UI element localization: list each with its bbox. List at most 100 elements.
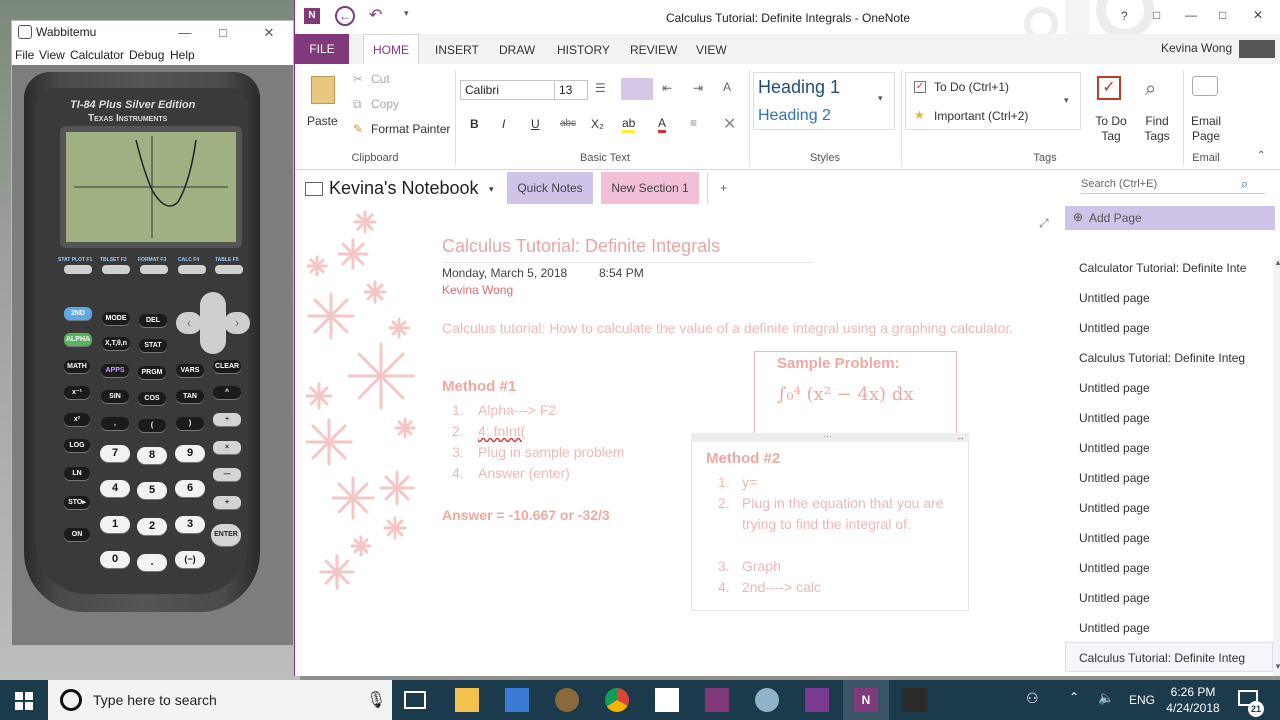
method-1-title[interactable]: Method #1: [442, 378, 516, 395]
arrow-pad[interactable]: ‹ ›: [176, 292, 250, 354]
key-negative[interactable]: (−): [175, 551, 205, 568]
method-2-title[interactable]: Method #2: [706, 450, 780, 467]
key-sin[interactable]: SIN: [101, 390, 129, 403]
key-prgm[interactable]: PRGM: [138, 366, 166, 379]
key-rparen[interactable]: ): [176, 417, 204, 430]
page-title[interactable]: Calculus Tutorial: Definite Integrals: [442, 236, 720, 257]
format-painter-button[interactable]: Format Painter: [371, 122, 450, 136]
page-list-item[interactable]: Untitled page: [1079, 561, 1150, 575]
page-list-item[interactable]: Untitled page: [1079, 411, 1150, 425]
format-painter-icon[interactable]: ✎: [353, 122, 363, 136]
volume-icon[interactable]: 🔈: [1098, 690, 1114, 706]
key-xsq[interactable]: x²: [64, 413, 90, 426]
paint-icon[interactable]: [755, 688, 779, 712]
file-explorer-icon[interactable]: [455, 688, 479, 712]
page-list-item[interactable]: Untitled page: [1079, 291, 1150, 305]
key-tan[interactable]: TAN: [176, 390, 204, 403]
find-tags-button[interactable]: Find Tags: [1140, 114, 1174, 144]
search-input[interactable]: Search (Ctrl+E): [1081, 174, 1265, 194]
key-multiply[interactable]: ×: [213, 441, 241, 454]
bold-icon[interactable]: B: [470, 117, 479, 131]
tab-history[interactable]: HISTORY: [557, 43, 610, 57]
italic-icon[interactable]: I: [502, 117, 505, 131]
key-vars[interactable]: VARS: [176, 364, 204, 377]
close-button[interactable]: ✕: [1253, 8, 1263, 22]
page-list-item[interactable]: Calculus Tutorial: Definite Integ: [1079, 651, 1245, 665]
resize-handle-icon[interactable]: ↔: [956, 432, 965, 442]
key-7[interactable]: 7: [100, 445, 130, 462]
key-math[interactable]: MATH: [64, 360, 90, 373]
key-log[interactable]: LOG: [64, 439, 90, 452]
cut-button[interactable]: Cut: [371, 72, 390, 86]
tab-review[interactable]: REVIEW: [630, 43, 677, 57]
key-2[interactable]: 2: [137, 518, 167, 535]
page-list-item[interactable]: Untitled page: [1079, 501, 1150, 515]
copy-button[interactable]: Copy: [371, 97, 399, 111]
page-list-item[interactable]: Calculator Tutorial: Definite Inte: [1079, 261, 1246, 275]
key-plus[interactable]: +: [213, 496, 241, 509]
clear-formatting-icon[interactable]: A: [723, 80, 731, 94]
tags-dropdown-icon[interactable]: ▾: [1064, 95, 1069, 106]
notepad-icon[interactable]: [655, 688, 679, 712]
key-clear[interactable]: CLEAR: [213, 360, 241, 373]
tab-view[interactable]: VIEW: [696, 43, 727, 57]
onenote-taskbar-icon[interactable]: N: [854, 688, 878, 712]
key-del[interactable]: DEL: [139, 314, 167, 327]
windows-start-icon[interactable]: [15, 692, 33, 710]
help-button[interactable]: ?: [1121, 9, 1128, 23]
chrome-icon[interactable]: [605, 688, 629, 712]
key-on[interactable]: ON: [64, 528, 90, 541]
section-new-section-1[interactable]: New Section 1: [601, 172, 699, 204]
arrow-left-key[interactable]: ‹: [176, 312, 202, 334]
method-2-step[interactable]: 4. 2nd----> calc: [718, 577, 821, 598]
method-1-step[interactable]: 4. Answer (enter): [452, 465, 570, 481]
section-quick-notes[interactable]: Quick Notes: [507, 172, 593, 204]
strikethrough-icon[interactable]: abc: [560, 118, 576, 129]
key-xinv[interactable]: x⁻¹: [64, 386, 90, 399]
method-1-step[interactable]: 2. 4: fnInt(: [452, 423, 525, 439]
copy-icon[interactable]: ⧉: [353, 97, 362, 112]
method-2-step[interactable]: 1. y=: [718, 472, 757, 493]
important-star-icon[interactable]: ★: [914, 108, 925, 122]
email-page-button[interactable]: Email Page: [1189, 114, 1223, 144]
key-6[interactable]: 6: [175, 480, 205, 497]
style-heading-1[interactable]: Heading 1: [758, 77, 840, 98]
bullets-icon[interactable]: ☰: [595, 81, 606, 95]
add-section-button[interactable]: +: [707, 172, 739, 204]
page-list-item[interactable]: Untitled page: [1079, 441, 1150, 455]
key-divide[interactable]: ÷: [213, 413, 241, 426]
tab-home[interactable]: HOME: [363, 34, 419, 64]
method-2-step[interactable]: 3. Graph: [718, 556, 781, 577]
key-minus[interactable]: —: [213, 468, 241, 481]
user-avatar[interactable]: [1239, 40, 1275, 58]
ribbon-display-button[interactable]: □: [1153, 8, 1160, 22]
page-list-item[interactable]: Untitled page: [1079, 591, 1150, 605]
tab-insert[interactable]: INSERT: [435, 43, 479, 57]
page-list-item[interactable]: Untitled page: [1079, 381, 1150, 395]
key-sto[interactable]: STO▸: [64, 496, 90, 509]
style-heading-2[interactable]: Heading 2: [758, 107, 831, 125]
key-mode[interactable]: MODE: [102, 312, 130, 325]
taskbar-search[interactable]: Type here to search 🎙: [48, 680, 392, 720]
key-comma[interactable]: ,: [101, 417, 129, 430]
tag-important[interactable]: Important (Ctrl+2): [934, 109, 1028, 123]
scroll-up-icon[interactable]: ▲: [1274, 258, 1280, 267]
key-4[interactable]: 4: [100, 480, 130, 497]
answer-text[interactable]: Answer = -10.667 or -32/3: [442, 507, 610, 523]
key-3[interactable]: 3: [175, 516, 205, 533]
key-2nd[interactable]: 2ND: [64, 307, 92, 320]
page-list-item[interactable]: Calculus Tutorial: Definite Integ: [1079, 351, 1245, 365]
tag-todo[interactable]: To Do (Ctrl+1): [934, 80, 1009, 94]
drag-handle-icon[interactable]: ⋯: [823, 431, 832, 442]
todo-tag-button[interactable]: To Do Tag: [1094, 114, 1128, 144]
scroll-down-icon[interactable]: ▼: [1274, 662, 1280, 671]
task-view-icon[interactable]: [404, 691, 426, 709]
highlight-icon[interactable]: ab: [622, 116, 636, 133]
language-indicator[interactable]: ENG: [1129, 693, 1155, 707]
teams-icon[interactable]: [805, 688, 829, 712]
expand-page-icon[interactable]: ⤢: [1039, 216, 1049, 231]
page-list-item[interactable]: Untitled page: [1079, 321, 1150, 335]
page-list-scrollbar[interactable]: [1273, 256, 1280, 676]
todo-tag-icon[interactable]: ✓: [1097, 76, 1121, 100]
page-list-item[interactable]: Untitled page: [1079, 531, 1150, 545]
